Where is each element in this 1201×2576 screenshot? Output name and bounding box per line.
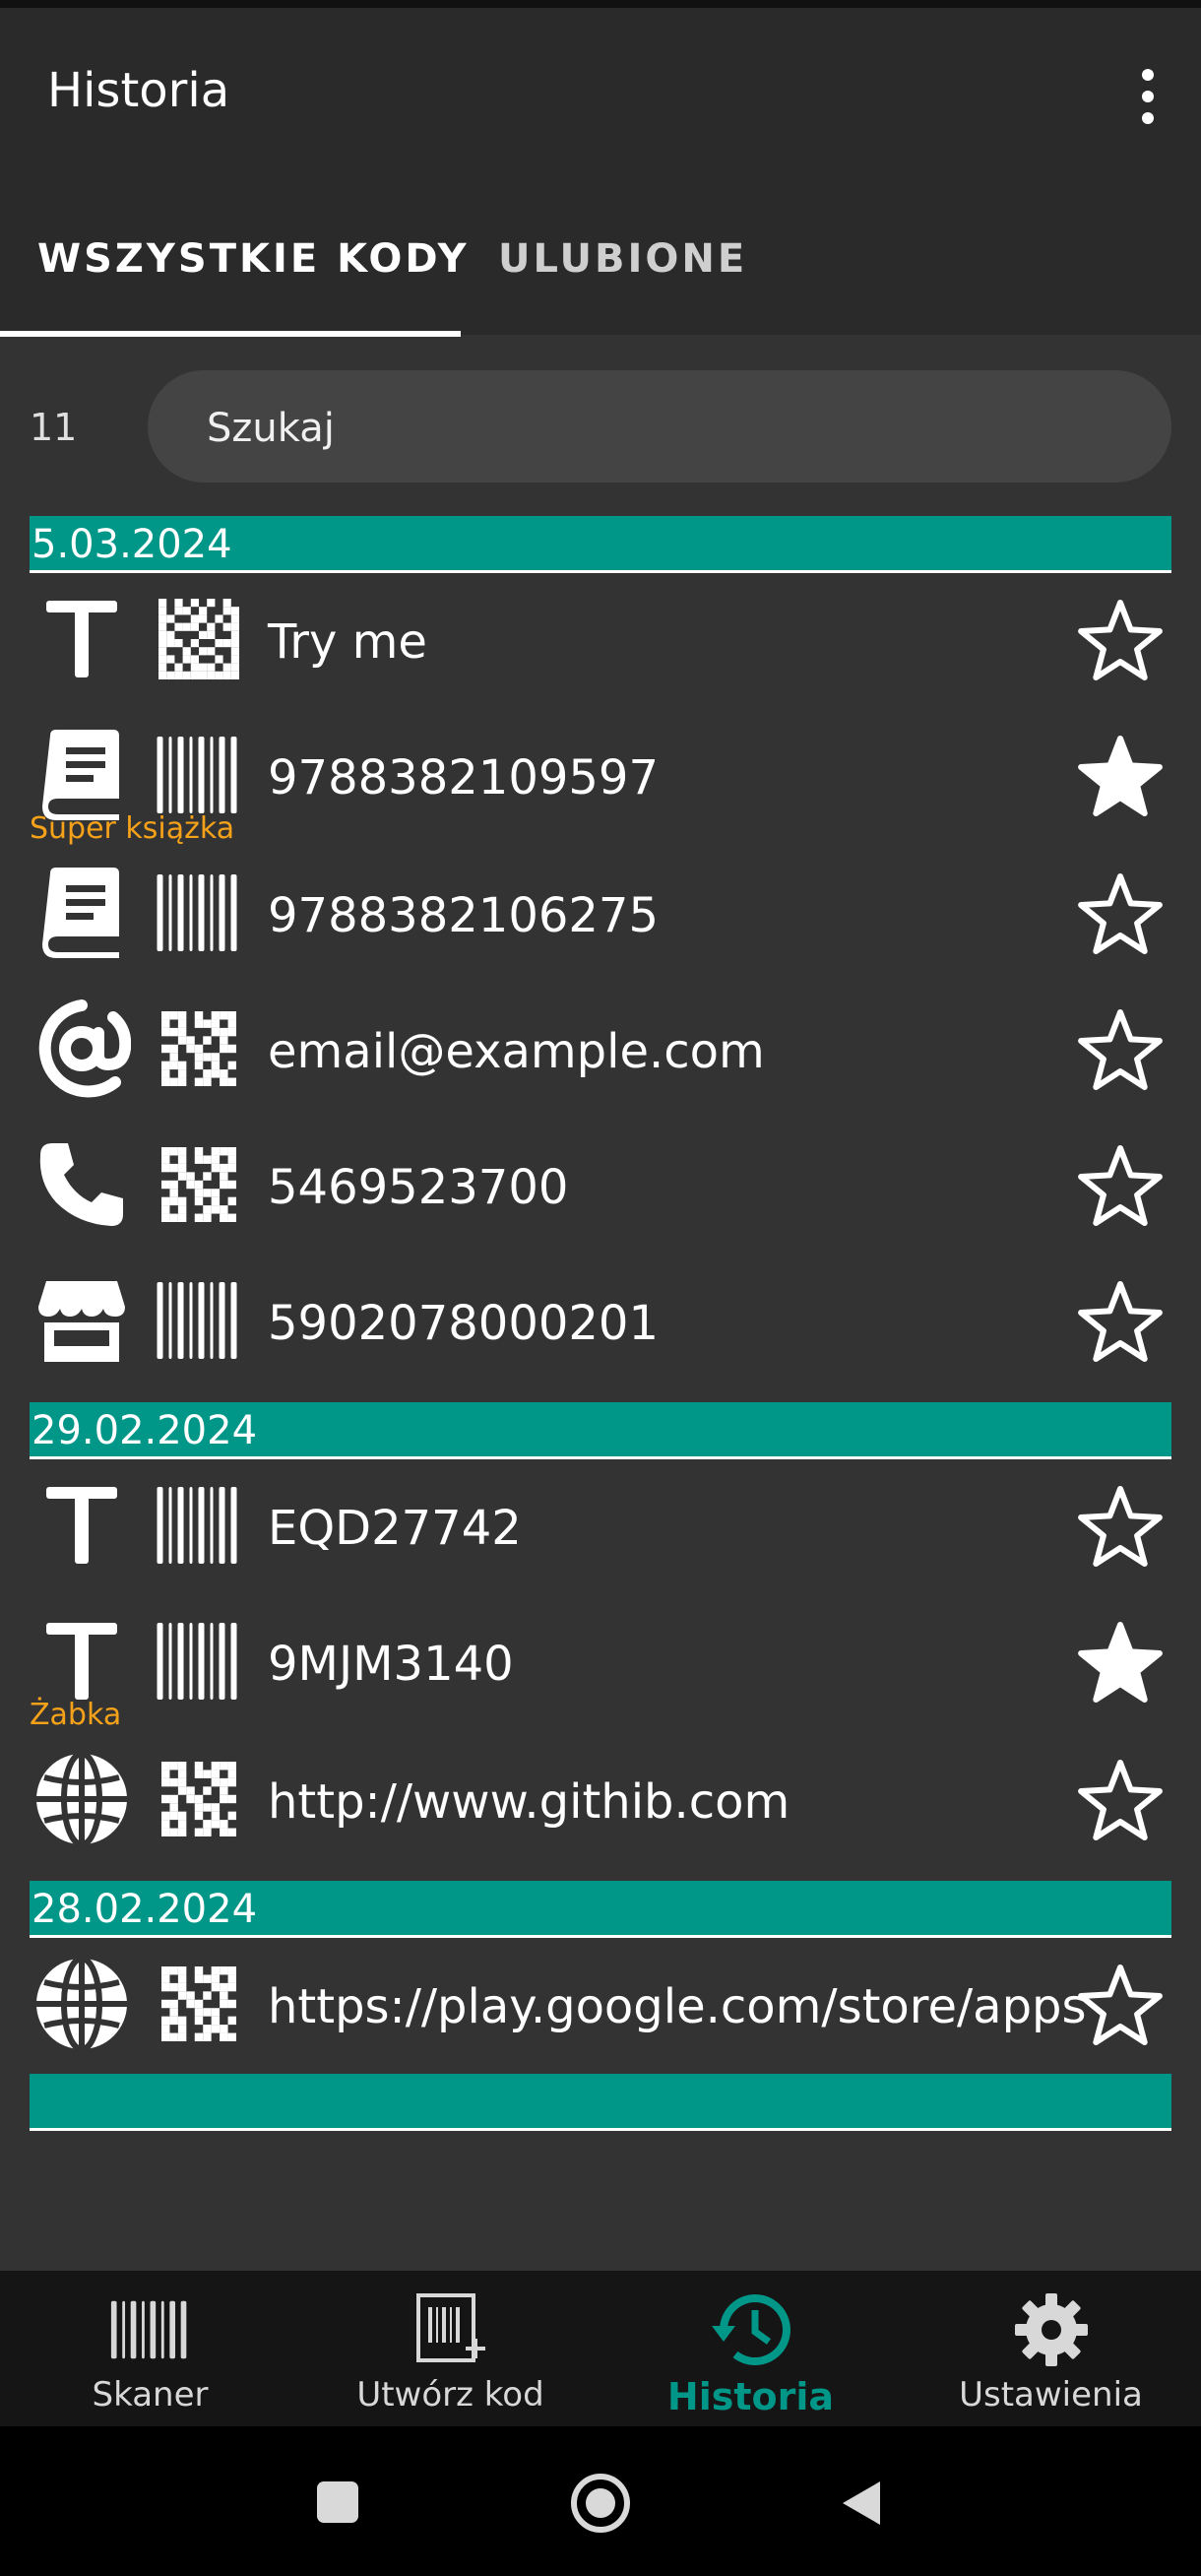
search-input[interactable]: Szukaj <box>148 370 1171 483</box>
home-icon[interactable] <box>571 2474 630 2533</box>
star-filled-icon[interactable] <box>1073 731 1168 821</box>
star-outline-icon[interactable] <box>1073 1276 1168 1367</box>
date-header <box>30 2074 1171 2131</box>
email-icon <box>30 999 134 1098</box>
history-row[interactable]: 9MJM3140 <box>0 1607 1201 1715</box>
tab-favorites[interactable]: ULUBIONE <box>498 236 747 282</box>
app-bar: Historia WSZYSTKIE KODY ULUBIONE <box>0 8 1201 337</box>
star-outline-icon[interactable] <box>1073 1755 1168 1845</box>
recents-icon[interactable] <box>317 2481 358 2523</box>
code-content: 5469523700 <box>268 1160 569 1215</box>
barcode-icon <box>148 1483 250 1568</box>
history-row[interactable]: http://www.githib.com <box>0 1745 1201 1853</box>
tab-all-codes[interactable]: WSZYSTKIE KODY <box>37 236 470 282</box>
code-content: 9MJM3140 <box>268 1637 514 1692</box>
star-outline-icon[interactable] <box>1073 1004 1168 1095</box>
barcode-icon <box>148 1619 250 1704</box>
code-content: 9788382109597 <box>268 750 660 805</box>
code-content: Try me <box>268 614 427 670</box>
star-filled-icon[interactable] <box>1073 1617 1168 1707</box>
code-content: EQD27742 <box>268 1501 522 1556</box>
star-outline-icon[interactable] <box>1073 1960 1168 2050</box>
text-icon <box>30 593 134 685</box>
back-icon[interactable] <box>843 2481 880 2525</box>
history-count: 11 <box>30 406 78 449</box>
date-header: 28.02.2024 <box>30 1881 1171 1938</box>
barcode-icon <box>148 1278 250 1363</box>
qr-code-icon <box>148 1006 250 1091</box>
text-icon <box>30 1615 134 1707</box>
history-list[interactable]: 11 Szukaj 5.03.2024 Try me 9788382109597 Su… <box>0 337 1201 2271</box>
nav-settings[interactable]: Ustawienia <box>901 2271 1201 2426</box>
bottom-navigation: Skaner Utwórz kod Historia Ustawienia <box>0 2271 1201 2426</box>
history-row[interactable]: Try me <box>0 585 1201 693</box>
date-header-label: 28.02.2024 <box>32 1887 258 1932</box>
globe-icon <box>30 1751 134 1847</box>
book-icon <box>30 867 134 959</box>
nav-label: Skaner <box>92 2375 209 2415</box>
history-row[interactable]: https://play.google.com/store/apps <box>0 1950 1201 2058</box>
star-outline-icon[interactable] <box>1073 1140 1168 1231</box>
code-content: 9788382106275 <box>268 888 660 943</box>
more-vert-icon[interactable] <box>1120 65 1175 128</box>
code-content: https://play.google.com/store/apps <box>268 1979 1087 2034</box>
nav-barcode-scanner[interactable]: Skaner <box>0 2271 300 2426</box>
nav-create-code[interactable]: Utwórz kod <box>300 2271 600 2426</box>
history-icon <box>707 2290 795 2369</box>
qr-code-icon <box>148 1962 250 2046</box>
create-code-icon <box>407 2290 495 2369</box>
item-note: Super książka <box>30 811 235 846</box>
datamatrix-icon <box>148 597 250 681</box>
date-header-label: 29.02.2024 <box>32 1408 258 1453</box>
nav-label: Ustawienia <box>959 2375 1143 2415</box>
nav-label: Historia <box>666 2375 835 2418</box>
history-row[interactable]: 5469523700 <box>0 1130 1201 1239</box>
star-outline-icon[interactable] <box>1073 1481 1168 1572</box>
phone-icon <box>30 1138 134 1231</box>
book-icon <box>30 729 134 821</box>
store-icon <box>30 1274 134 1367</box>
code-content: email@example.com <box>268 1024 765 1079</box>
history-row[interactable]: EQD27742 <box>0 1471 1201 1579</box>
date-header: 5.03.2024 <box>30 516 1171 573</box>
status-bar <box>0 0 1201 8</box>
qr-code-icon <box>148 1757 250 1841</box>
history-row[interactable]: 5902078000201 <box>0 1266 1201 1375</box>
barcode-icon <box>148 870 250 955</box>
date-header: 29.02.2024 <box>30 1402 1171 1459</box>
settings-icon <box>1007 2290 1096 2369</box>
item-note: Żabka <box>30 1698 122 1732</box>
code-content: 5902078000201 <box>268 1296 660 1351</box>
text-icon <box>30 1479 134 1572</box>
system-navigation-bar <box>0 2426 1201 2576</box>
barcode-icon <box>148 733 250 817</box>
date-header-label: 5.03.2024 <box>32 522 232 567</box>
globe-icon <box>30 1956 134 2052</box>
search-placeholder: Szukaj <box>207 406 335 451</box>
nav-label: Utwórz kod <box>356 2375 544 2415</box>
barcode-scanner-icon <box>106 2290 195 2369</box>
star-outline-icon[interactable] <box>1073 595 1168 685</box>
star-outline-icon[interactable] <box>1073 869 1168 959</box>
page-title: Historia <box>47 63 230 118</box>
history-row[interactable]: 9788382106275 <box>0 859 1201 967</box>
nav-history[interactable]: Historia <box>600 2271 901 2426</box>
history-row[interactable]: email@example.com <box>0 995 1201 1103</box>
code-content: http://www.githib.com <box>268 1774 790 1830</box>
qr-code-icon <box>148 1142 250 1227</box>
